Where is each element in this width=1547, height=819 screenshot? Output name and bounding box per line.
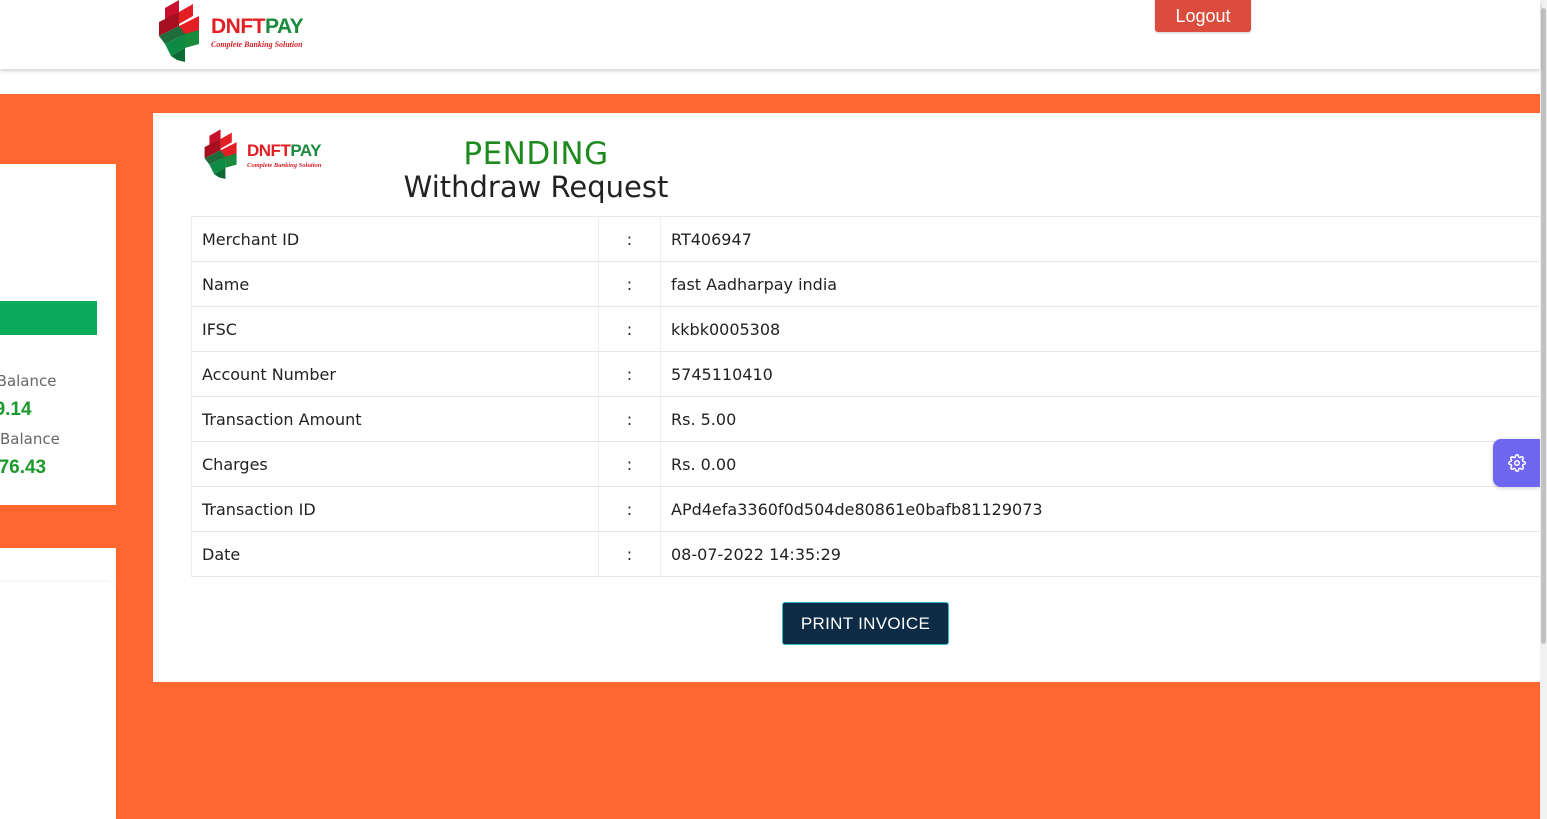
table-row: Date:08-07-2022 14:35:29	[191, 531, 1540, 577]
row-value: APd4efa3360f0d504de80861e0bafb81129073	[660, 486, 1540, 532]
row-value: Rs. 5.00	[660, 396, 1540, 442]
details-table: Merchant ID: RT406947 Name: fast Aadharpay …	[191, 216, 1540, 577]
row-separator: :	[598, 216, 661, 262]
row-separator: :	[598, 396, 661, 442]
row-label: Date	[191, 531, 599, 577]
left-lower-card	[0, 582, 116, 819]
row-separator: :	[598, 441, 661, 487]
status-badge: PENDING	[463, 136, 609, 172]
invoice-logo-brand-green: PAY	[290, 141, 321, 160]
row-value: 5745110410	[660, 351, 1540, 397]
row-value: kkbk0005308	[660, 306, 1540, 352]
balance-header-bar	[0, 301, 97, 335]
balance-card: t Balance 49.14 Balance 576.43	[0, 164, 116, 505]
balance2-value: 576.43	[0, 457, 47, 478]
table-row: Name: fast Aadharpay india	[191, 261, 1540, 307]
table-row: Merchant ID: RT406947	[191, 216, 1540, 262]
row-label: IFSC	[191, 306, 599, 352]
brand-logo[interactable]: DNFTPAY Complete Banking Solution	[157, 0, 304, 64]
dnftpay-logo-icon	[159, 0, 199, 62]
invoice-logo-tagline: Complete Banking Solution	[247, 162, 322, 169]
table-row: Account Number:5745110410	[191, 351, 1540, 397]
table-row: Transaction Amount: Rs. 5.00	[191, 396, 1540, 442]
row-value: RT406947	[660, 216, 1540, 262]
logo-brand-green: PAY	[265, 15, 304, 38]
print-invoice-button[interactable]: PRINT INVOICE	[782, 602, 949, 645]
row-label: Name	[191, 261, 599, 307]
row-label: Transaction ID	[191, 486, 599, 532]
logo-tagline: Complete Banking Solution	[211, 40, 303, 49]
logout-button[interactable]: Logout	[1155, 0, 1251, 32]
balance1-value: 49.14	[0, 399, 32, 420]
invoice-logo-brand-red: DNFT	[247, 141, 291, 160]
row-separator: :	[598, 261, 661, 307]
settings-button[interactable]	[1493, 439, 1540, 487]
row-separator: :	[598, 486, 661, 532]
page-scrollbar[interactable]	[1540, 0, 1547, 819]
top-navbar: DNFTPAY Complete Banking Solution Logout	[0, 0, 1540, 69]
table-row: IFSC: kkbk0005308	[191, 306, 1540, 352]
row-value: Rs. 0.00	[660, 441, 1540, 487]
dnftpay-logo-icon	[204, 129, 237, 179]
row-label: Charges	[191, 441, 599, 487]
table-row: Transaction ID: APd4efa3360f0d504de80861e…	[191, 486, 1540, 532]
balance1-label: t Balance	[0, 372, 57, 390]
row-label: Merchant ID	[191, 216, 599, 262]
gear-icon	[1507, 454, 1526, 472]
row-separator: :	[598, 351, 661, 397]
row-label: Transaction Amount	[191, 396, 599, 442]
row-separator: :	[598, 306, 661, 352]
logo-brand-red: DNFT	[211, 15, 266, 38]
invoice-logo: DNFTPAY Complete Banking Solution	[203, 128, 321, 182]
balance2-label: Balance	[0, 430, 60, 448]
scrollbar-thumb[interactable]	[1541, 8, 1546, 644]
row-value: fast Aadharpay india	[660, 261, 1540, 307]
table-row: Charges: Rs. 0.00	[191, 441, 1540, 487]
row-label: Account Number	[191, 351, 599, 397]
row-separator: :	[598, 531, 661, 577]
page-title: Withdraw Request	[403, 170, 669, 204]
row-value: 08-07-2022 14:35:29	[660, 531, 1540, 577]
